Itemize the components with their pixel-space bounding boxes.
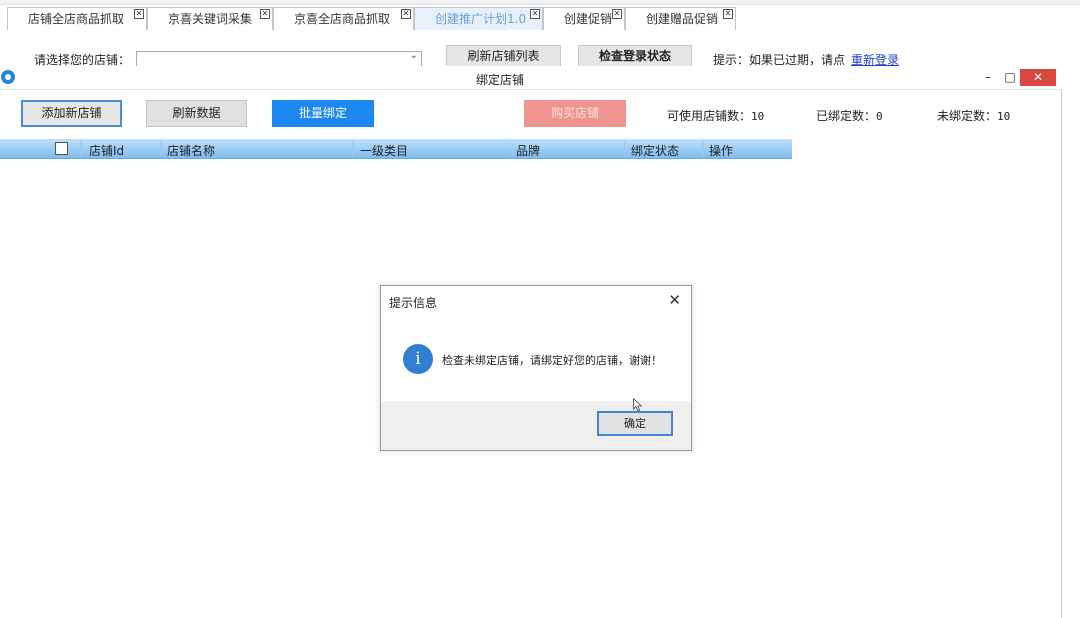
available-count: 可使用店铺数：10 xyxy=(667,107,764,124)
column-header-brand[interactable]: 品牌 xyxy=(516,142,540,159)
tab-jingxi-shop-products[interactable]: 京喜全店商品抓取 ✕ xyxy=(273,7,414,30)
refresh-data-button[interactable]: 刷新数据 xyxy=(146,100,247,127)
store-select[interactable]: ⌄ xyxy=(136,50,422,67)
window-title: 绑定店铺 xyxy=(475,73,524,87)
tab-create-promotion[interactable]: 创建促销 ✕ xyxy=(543,7,625,30)
column-header-bind-status[interactable]: 绑定状态 xyxy=(631,142,679,159)
tab-shop-products[interactable]: 店铺全店商品抓取 ✕ xyxy=(7,7,147,30)
info-dialog: 提示信息 ✕ i 检查未绑定店铺，请绑定好您的店铺，谢谢！ 确定 xyxy=(380,285,692,451)
dialog-title: 提示信息 xyxy=(389,296,438,310)
buy-store-button[interactable]: 购买店铺 xyxy=(524,100,626,127)
tab-create-gift-promotion[interactable]: 创建赠品促销 ✕ xyxy=(625,7,736,30)
bound-count-value: 0 xyxy=(876,110,883,123)
check-login-button[interactable]: 检查登录状态 xyxy=(578,45,692,67)
column-header-category[interactable]: 一级类目 xyxy=(360,142,408,159)
tab-label: 店铺全店商品抓取 xyxy=(28,12,125,26)
column-divider xyxy=(80,141,81,157)
tab-close-icon[interactable]: ✕ xyxy=(530,9,540,19)
window-title-bar[interactable]: 绑定店铺 – □ ✕ xyxy=(0,66,1062,90)
tab-label: 京喜全店商品抓取 xyxy=(294,12,391,26)
tab-close-icon[interactable]: ✕ xyxy=(612,9,622,19)
refresh-store-list-button[interactable]: 刷新店铺列表 xyxy=(446,45,561,67)
tab-close-icon[interactable]: ✕ xyxy=(401,9,411,19)
batch-bind-button[interactable]: 批量绑定 xyxy=(272,100,374,127)
tab-close-icon[interactable]: ✕ xyxy=(134,9,144,19)
bound-count-label: 已绑定数： xyxy=(816,109,877,123)
column-divider xyxy=(160,141,161,157)
column-divider xyxy=(352,141,353,157)
mouse-cursor-icon xyxy=(633,398,643,412)
unbound-count-label: 未绑定数： xyxy=(937,109,998,123)
tab-strip: 店铺全店商品抓取 ✕ 京喜关键词采集 ✕ 京喜全店商品抓取 ✕ 创建推广计划1.… xyxy=(0,0,1080,30)
unbound-count: 未绑定数：10 xyxy=(937,107,1010,124)
select-all-checkbox[interactable] xyxy=(55,142,68,155)
close-icon[interactable]: ✕ xyxy=(1020,69,1056,86)
tab-label: 创建推广计划1.0 xyxy=(435,12,527,26)
tab-create-promo-plan[interactable]: 创建推广计划1.0 ✕ xyxy=(414,7,543,30)
tab-jingxi-keywords[interactable]: 京喜关键词采集 ✕ xyxy=(147,7,273,30)
tab-label: 京喜关键词采集 xyxy=(168,12,253,26)
available-count-value: 10 xyxy=(751,110,765,123)
ok-button[interactable]: 确定 xyxy=(597,411,673,436)
dialog-message: 检查未绑定店铺，请绑定好您的店铺，谢谢！ xyxy=(442,354,662,367)
column-divider xyxy=(703,141,704,157)
store-grid-header: 店铺Id 店铺名称 一级类目 品牌 绑定状态 操作 xyxy=(0,139,792,159)
maximize-icon[interactable]: □ xyxy=(1001,69,1019,85)
dialog-footer: 确定 xyxy=(381,401,691,450)
info-icon: i xyxy=(403,344,433,374)
column-header-store-name[interactable]: 店铺名称 xyxy=(167,142,215,159)
minimize-icon[interactable]: – xyxy=(979,69,997,85)
unbound-count-value: 10 xyxy=(997,110,1011,123)
chevron-down-icon[interactable]: ⌄ xyxy=(410,50,418,61)
column-divider xyxy=(624,141,625,157)
column-header-actions[interactable]: 操作 xyxy=(709,142,733,159)
column-header-store-id[interactable]: 店铺Id xyxy=(89,142,124,159)
tab-label: 创建赠品促销 xyxy=(646,12,719,26)
dialog-close-icon[interactable]: ✕ xyxy=(668,291,681,309)
tab-close-icon[interactable]: ✕ xyxy=(260,9,270,19)
tab-close-icon[interactable]: ✕ xyxy=(723,9,733,19)
available-count-label: 可使用店铺数： xyxy=(667,109,752,123)
add-store-button[interactable]: 添加新店铺 xyxy=(21,100,122,127)
column-divider xyxy=(509,141,510,157)
tab-strip-topline xyxy=(0,0,1080,5)
bound-count: 已绑定数：0 xyxy=(816,107,883,124)
tab-label: 创建促销 xyxy=(564,12,613,26)
